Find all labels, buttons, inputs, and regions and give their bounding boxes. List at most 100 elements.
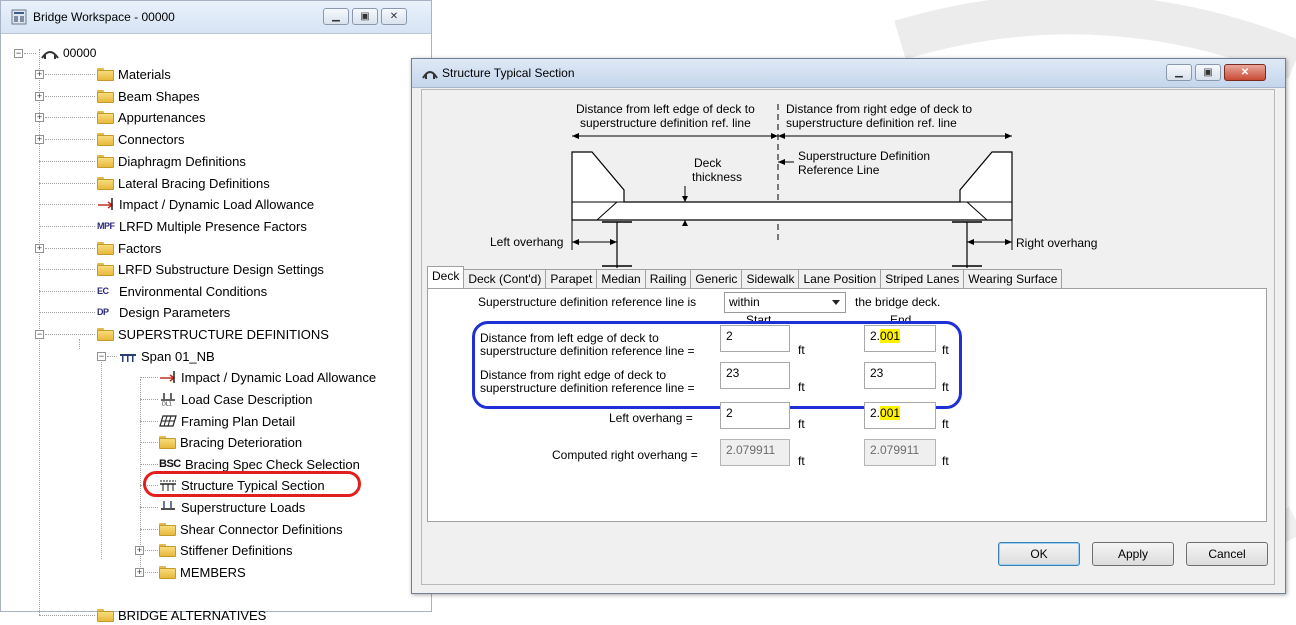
tree-collapse-toggle[interactable]: − bbox=[14, 49, 23, 58]
tab-striped-lanes[interactable]: Striped Lanes bbox=[880, 269, 965, 288]
highlight-oval bbox=[143, 471, 361, 497]
tab-railing[interactable]: Railing bbox=[644, 269, 692, 288]
tree-node-stiffener-definitions[interactable]: Stiffener Definitions bbox=[159, 540, 293, 560]
tree-node-diaphragm-definitions[interactable]: Diaphragm Definitions bbox=[97, 151, 246, 171]
diagram-right-overhang-label: Right overhang bbox=[1016, 236, 1098, 250]
ref-line-prefix-label: Superstructure definition reference line… bbox=[478, 295, 697, 309]
apply-button[interactable]: Apply bbox=[1092, 542, 1174, 566]
tab-lane-position[interactable]: Lane Position bbox=[798, 269, 882, 288]
dialog-close-button[interactable]: ✕ bbox=[1224, 64, 1266, 81]
dialog-window-controls: ▁ ▣ ✕ bbox=[1166, 64, 1266, 81]
left-overhang-label: Left overhang = bbox=[609, 411, 693, 425]
highlight-rectangle bbox=[472, 321, 962, 409]
bridge-icon bbox=[41, 51, 59, 59]
diagram-dist-left-label-2: superstructure definition ref. line bbox=[580, 116, 751, 130]
minimize-icon: ▁ bbox=[1175, 67, 1183, 78]
cancel-button[interactable]: Cancel bbox=[1186, 542, 1268, 566]
dialog-minimize-button[interactable]: ▁ bbox=[1166, 64, 1192, 81]
dialog-body: Distance from left edge of deck to super… bbox=[421, 89, 1275, 585]
tree-node-lrfd-substructure[interactable]: LRFD Substructure Design Settings bbox=[97, 259, 324, 279]
maximize-button[interactable]: ▣ bbox=[352, 8, 378, 25]
bridge-icon bbox=[422, 71, 438, 79]
tree-node-members[interactable]: MEMBERS bbox=[159, 562, 246, 582]
tree-expand-toggle[interactable]: + bbox=[35, 135, 44, 144]
tree-collapse-toggle[interactable]: − bbox=[97, 352, 106, 361]
folder-icon bbox=[97, 608, 114, 622]
diagram-deck-label: Deck bbox=[694, 156, 722, 170]
load-case-icon: DL1 bbox=[161, 393, 175, 407]
minimize-button[interactable]: ▁ bbox=[323, 8, 349, 25]
tree-expand-toggle[interactable]: + bbox=[35, 113, 44, 122]
maximize-icon: ▣ bbox=[1203, 67, 1213, 78]
folder-icon bbox=[159, 522, 176, 536]
left-overhang-start-input[interactable]: 2 bbox=[720, 402, 790, 429]
ref-line-select[interactable]: within bbox=[724, 292, 846, 313]
tree-node-appurtenances[interactable]: Appurtenances bbox=[97, 107, 205, 127]
span-icon bbox=[120, 354, 136, 362]
tab-sidewalk[interactable]: Sidewalk bbox=[741, 269, 800, 288]
tree-node-bracing-deterioration[interactable]: Bracing Deterioration bbox=[159, 432, 302, 452]
computed-right-end-field: 2.079911 bbox=[864, 439, 936, 466]
maximize-icon: ▣ bbox=[360, 11, 370, 22]
tree-node-lrfd-mpf[interactable]: MPF LRFD Multiple Presence Factors bbox=[97, 216, 307, 236]
computed-right-start-field: 2.079911 bbox=[720, 439, 790, 466]
dialog-maximize-button[interactable]: ▣ bbox=[1195, 64, 1221, 81]
tree-node-environmental-conditions[interactable]: EC Environmental Conditions bbox=[97, 281, 267, 301]
superstructure-loads-icon bbox=[161, 501, 175, 510]
bsc-icon: BSC bbox=[159, 458, 181, 470]
tree-node-shear-connector-definitions[interactable]: Shear Connector Definitions bbox=[159, 519, 343, 539]
close-button[interactable]: ✕ bbox=[381, 8, 407, 25]
tree-expand-toggle[interactable]: + bbox=[135, 568, 144, 577]
tree-node-lateral-bracing[interactable]: Lateral Bracing Definitions bbox=[97, 173, 270, 193]
tree-node-bridge-alternatives[interactable]: BRIDGE ALTERNATIVES bbox=[97, 605, 266, 625]
tree-expand-toggle[interactable]: + bbox=[35, 92, 44, 101]
tree-line bbox=[101, 359, 102, 559]
dialog-title: Structure Typical Section bbox=[442, 66, 575, 80]
tree-node-span-01-nb[interactable]: Span 01_NB bbox=[119, 346, 215, 366]
tree-node-impact[interactable]: Impact / Dynamic Load Allowance bbox=[97, 194, 314, 214]
left-overhang-end-input[interactable]: 2.001 bbox=[864, 402, 936, 429]
folder-icon bbox=[159, 435, 176, 449]
workspace-app-icon bbox=[11, 9, 27, 25]
diagram-dist-right-label: Distance from right edge of deck to bbox=[786, 102, 973, 116]
tree-node-superstructure-definitions[interactable]: SUPERSTRUCTURE DEFINITIONS bbox=[97, 324, 329, 344]
tab-generic[interactable]: Generic bbox=[690, 269, 743, 288]
tree-expand-toggle[interactable]: + bbox=[135, 546, 144, 555]
tab-median[interactable]: Median bbox=[596, 269, 646, 288]
tree-node-root[interactable]: 00000 bbox=[41, 43, 96, 63]
folder-icon bbox=[97, 132, 114, 146]
tree-collapse-toggle[interactable]: − bbox=[35, 330, 44, 339]
folder-icon bbox=[97, 327, 114, 341]
tree-expand-toggle[interactable]: + bbox=[35, 244, 44, 253]
minimize-icon: ▁ bbox=[332, 11, 340, 22]
impact-icon bbox=[160, 371, 176, 383]
tree-expand-toggle[interactable]: + bbox=[35, 70, 44, 79]
dp-icon: DP bbox=[97, 307, 109, 317]
tree-line bbox=[79, 339, 80, 349]
tab-wearing-surface[interactable]: Wearing Surface bbox=[963, 269, 1063, 288]
tree-node-materials[interactable]: Materials bbox=[97, 64, 171, 84]
dialog-title-bar: Structure Typical Section ▁ ▣ ✕ bbox=[412, 59, 1285, 88]
folder-icon bbox=[159, 543, 176, 557]
tree-node-superstructure-loads[interactable]: Superstructure Loads bbox=[159, 497, 305, 517]
tree-node-connectors[interactable]: Connectors bbox=[97, 129, 184, 149]
folder-icon bbox=[97, 176, 114, 190]
tree-node-design-parameters[interactable]: DP Design Parameters bbox=[97, 302, 230, 322]
ok-button[interactable]: OK bbox=[998, 542, 1080, 566]
structure-typical-section-dialog: Structure Typical Section ▁ ▣ ✕ Distance… bbox=[411, 58, 1286, 594]
impact-icon bbox=[98, 198, 114, 210]
tree-node-beam-shapes[interactable]: Beam Shapes bbox=[97, 86, 200, 106]
tree-node-framing-plan-detail[interactable]: Framing Plan Detail bbox=[159, 411, 295, 431]
framing-plan-icon bbox=[159, 415, 177, 427]
tab-deck-contd[interactable]: Deck (Cont'd) bbox=[463, 269, 547, 288]
tab-deck[interactable]: Deck bbox=[427, 266, 465, 288]
tab-parapet[interactable]: Parapet bbox=[545, 269, 598, 288]
tree-node-factors[interactable]: Factors bbox=[97, 238, 161, 258]
mpf-icon: MPF bbox=[97, 221, 115, 231]
folder-icon bbox=[97, 110, 114, 124]
tree-node-load-case-description[interactable]: DL1 Load Case Description bbox=[159, 389, 313, 409]
computed-right-overhang-label: Computed right overhang = bbox=[552, 448, 698, 462]
svg-text:DL1: DL1 bbox=[162, 402, 172, 407]
tree-node-span-impact[interactable]: Impact / Dynamic Load Allowance bbox=[159, 367, 376, 387]
bridge-workspace-window: Bridge Workspace - 00000 ▁ ▣ ✕ − 00000 +… bbox=[0, 0, 432, 623]
